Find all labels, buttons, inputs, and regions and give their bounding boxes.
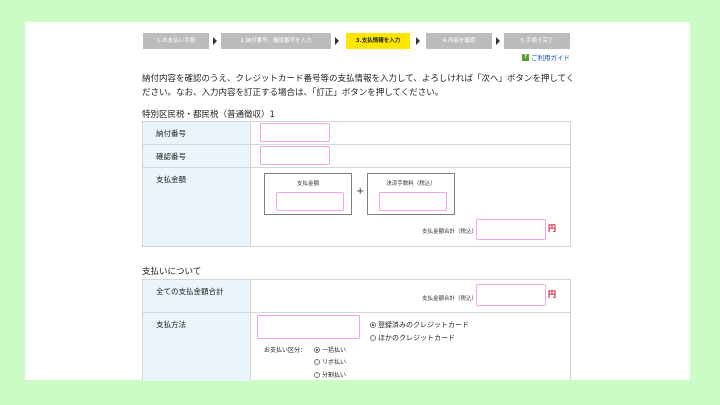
payment-total-input[interactable] <box>476 284 546 306</box>
step-1: 1.お支払い手順 <box>143 33 209 49</box>
radio-other-card[interactable]: ほかのクレジットカード <box>370 333 455 343</box>
payment-yen-unit: 円 <box>548 290 556 299</box>
usage-guide-label[interactable]: ご利用ガイド <box>531 52 570 62</box>
radio-lump-sum-label: 一括払い <box>322 347 347 354</box>
radio-unchecked-icon <box>314 372 320 378</box>
amount-box-label: 支払金額 <box>296 181 319 187</box>
confirmation-number-header: 確認番号 <box>143 145 251 167</box>
usage-guide-link[interactable]: ? ご利用ガイド <box>522 52 570 62</box>
total-all-row: 全ての支払金額合計 支払金額合計（税込） 円 <box>143 280 570 312</box>
yen-unit: 円 <box>548 224 556 233</box>
step-4: 4.内容を確認 <box>426 33 492 49</box>
radio-checked-icon <box>314 347 320 353</box>
radio-other-card-label: ほかのクレジットカード <box>378 334 455 342</box>
step-arrow-icon <box>416 37 420 45</box>
intro-text: 納付内容を確認のうえ、クレジットカード番号等の支払情報を入力して、よろしければ「… <box>142 74 575 98</box>
division-label: お支払い区分： <box>264 347 307 354</box>
radio-installment[interactable]: 分割払い <box>314 370 346 379</box>
radio-unchecked-icon <box>370 335 376 341</box>
tax-section-title: 特別区民税・都民税（普通徴収）1 <box>142 110 275 120</box>
step-arrow-icon <box>335 37 339 45</box>
radio-unchecked-icon <box>314 359 320 365</box>
step-arrow-icon <box>213 37 217 45</box>
confirmation-number-label: 確認番号 <box>156 152 186 161</box>
payment-page: 1.お支払い手順 2.納付番号、確認番号を入力 3.支払情報を入力 4.内容を確… <box>25 22 690 381</box>
help-icon: ? <box>522 53 529 61</box>
card-select-input[interactable] <box>257 315 360 339</box>
step-arrow-icon <box>496 37 500 45</box>
step-2: 2.納付番号、確認番号を入力 <box>221 33 331 49</box>
payment-number-label: 納付番号 <box>156 129 186 138</box>
payment-method-row: 支払方法 登録済みのクレジットカード ほかのクレジットカード お支払い区分： 一… <box>143 312 570 381</box>
amount-row: 支払金額 支払金額 + 決済手数料（税込） 支払金額合計（税込） 円 <box>143 167 570 246</box>
total-all-header: 全ての支払金額合計 <box>143 280 251 312</box>
confirmation-number-input[interactable] <box>260 146 330 165</box>
tax-table: 納付番号 確認番号 支払金額 支払金額 + 決済手数料（税込） 支払金額合計（税… <box>142 121 571 247</box>
step-5: 5.手続き完了 <box>504 33 570 49</box>
radio-lump-sum[interactable]: 一括払い <box>314 345 346 354</box>
amount-header: 支払金額 <box>143 168 251 246</box>
plus-sign: + <box>356 186 365 197</box>
total-input[interactable] <box>476 219 546 240</box>
fee-box: 決済手数料（税込） <box>367 173 455 215</box>
payment-number-input[interactable] <box>260 123 330 142</box>
total-all-label: 全ての支払金額合計 <box>156 287 224 296</box>
total-label: 支払金額合計（税込） <box>422 229 478 235</box>
step-3-current: 3.支払情報を入力 <box>346 33 410 49</box>
radio-revolving[interactable]: リボ払い <box>314 357 346 366</box>
payment-total-label: 支払金額合計（税込） <box>422 296 478 302</box>
payment-table: 全ての支払金額合計 支払金額合計（税込） 円 支払方法 登録済みのクレジットカー… <box>142 279 571 381</box>
amount-input[interactable] <box>276 192 344 211</box>
confirmation-number-row: 確認番号 <box>143 144 570 167</box>
radio-installment-label: 分割払い <box>322 372 347 379</box>
payment-method-header: 支払方法 <box>143 313 251 381</box>
payment-number-row: 納付番号 <box>143 122 570 144</box>
amount-label: 支払金額 <box>156 175 186 184</box>
radio-checked-icon <box>370 322 376 328</box>
payment-section-title: 支払いについて <box>142 267 202 277</box>
payment-method-label: 支払方法 <box>156 320 186 329</box>
radio-registered-card[interactable]: 登録済みのクレジットカード <box>370 320 469 330</box>
fee-box-label: 決済手数料（税込） <box>386 181 436 187</box>
fee-input[interactable] <box>379 192 447 211</box>
radio-registered-card-label: 登録済みのクレジットカード <box>378 321 469 329</box>
payment-number-header: 納付番号 <box>143 122 251 144</box>
radio-revolving-label: リボ払い <box>322 359 347 366</box>
amount-box: 支払金額 <box>264 173 352 215</box>
step-progress: 1.お支払い手順 2.納付番号、確認番号を入力 3.支払情報を入力 4.内容を確… <box>143 33 570 49</box>
